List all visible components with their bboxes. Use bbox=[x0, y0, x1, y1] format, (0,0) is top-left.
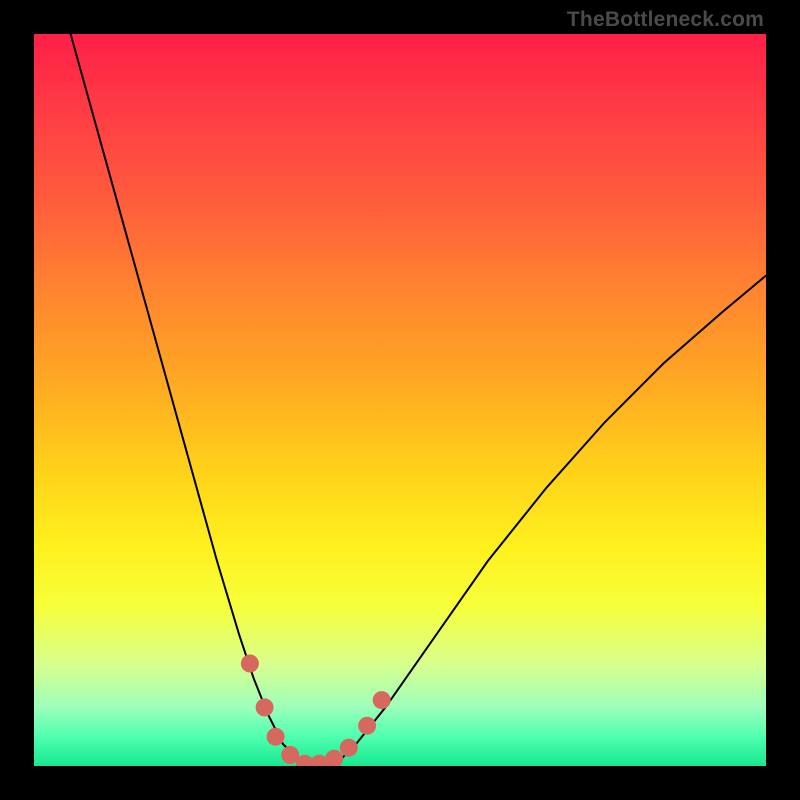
plot-area bbox=[34, 34, 766, 766]
gradient-background bbox=[34, 34, 766, 766]
watermark-text: TheBottleneck.com bbox=[567, 8, 764, 32]
outer-frame: TheBottleneck.com bbox=[0, 0, 800, 800]
